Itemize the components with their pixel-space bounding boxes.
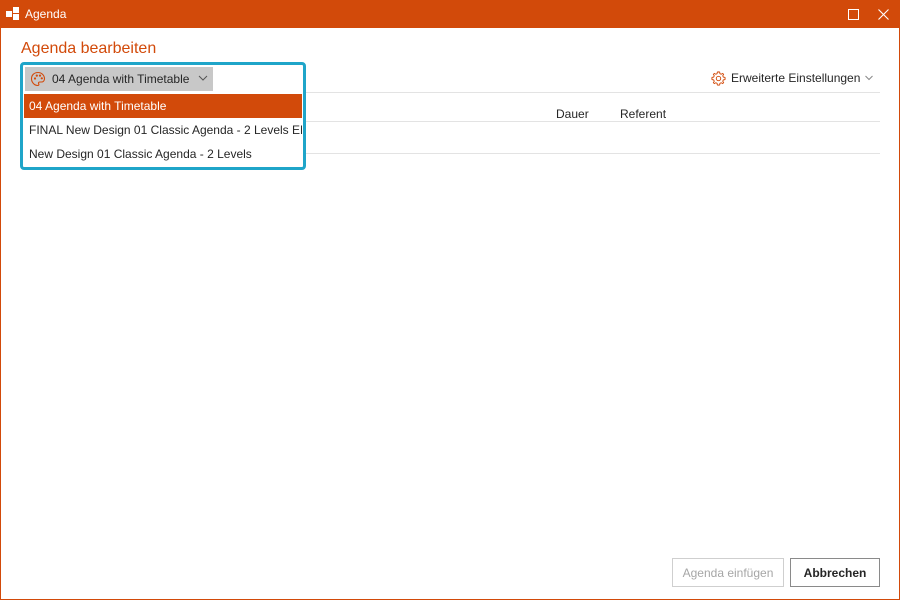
template-select-value: 04 Agenda with Timetable: [52, 72, 190, 86]
insert-agenda-button[interactable]: Agenda einfügen: [672, 558, 784, 587]
table-divider-header: [301, 121, 880, 122]
app-icon: [6, 7, 19, 20]
chevron-down-icon: [865, 75, 874, 81]
maximize-button[interactable]: [839, 1, 867, 28]
close-icon: [877, 9, 889, 20]
column-header-referent: Referent: [620, 107, 667, 121]
template-option-1[interactable]: 04 Agenda with Timetable: [24, 94, 302, 118]
column-header-dauer: Dauer: [556, 107, 589, 121]
title-bar[interactable]: Agenda: [1, 1, 899, 28]
cancel-button[interactable]: Abbrechen: [790, 558, 880, 587]
advanced-settings-button[interactable]: Erweiterte Einstellungen: [710, 69, 874, 87]
template-option-3[interactable]: New Design 01 Classic Agenda - 2 Levels: [24, 142, 302, 166]
advanced-settings-label: Erweiterte Einstellungen: [731, 71, 861, 85]
agenda-window: Agenda Agenda bearbeiten Erweiterte Eins…: [0, 0, 900, 600]
table-divider-top: [301, 92, 880, 93]
close-button[interactable]: [869, 1, 897, 28]
template-option-2[interactable]: FINAL New Design 01 Classic Agenda - 2 L…: [24, 118, 302, 142]
palette-icon: [30, 71, 46, 87]
template-dropdown-list: 04 Agenda with Timetable FINAL New Desig…: [24, 94, 302, 166]
template-select[interactable]: 04 Agenda with Timetable: [25, 67, 213, 91]
maximize-icon: [847, 9, 859, 20]
window-title: Agenda: [25, 7, 67, 21]
chevron-down-icon: [198, 75, 208, 81]
gear-icon: [711, 70, 726, 86]
table-divider-row: [301, 153, 880, 154]
dialog-heading: Agenda bearbeiten: [21, 40, 157, 57]
